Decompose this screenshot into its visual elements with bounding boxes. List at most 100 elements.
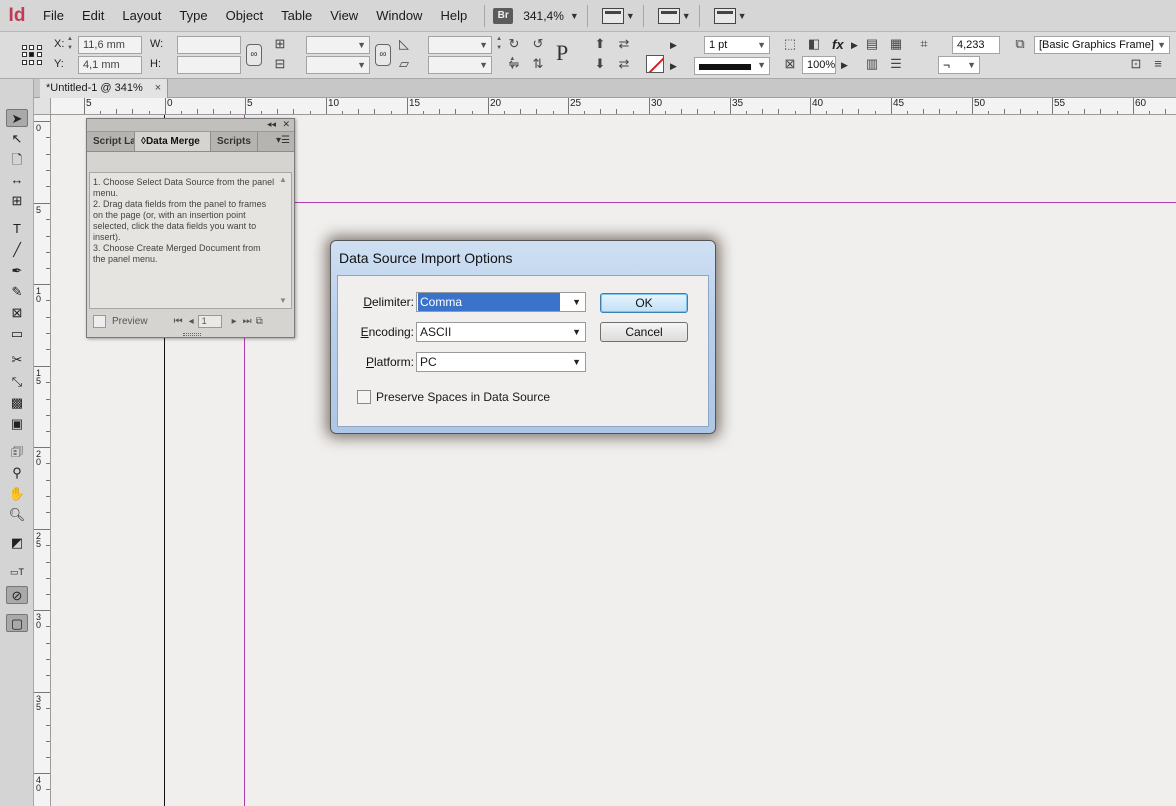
chevron-down-icon[interactable]: ▼	[682, 11, 691, 21]
apply-none-icon[interactable]: ⊘	[6, 586, 28, 604]
content-collector-icon[interactable]: ⊞	[6, 192, 28, 210]
selection-tool-icon[interactable]: ➤	[6, 109, 28, 127]
corner-shape-select[interactable]: ¬ ▼	[938, 56, 980, 74]
rotate-clockwise-icon[interactable]: ↻	[506, 36, 522, 52]
view-options-icon[interactable]	[601, 7, 624, 24]
screen-mode-icon[interactable]	[657, 7, 680, 24]
create-merged-document-icon[interactable]: ⧉	[256, 316, 263, 327]
distribute-icon[interactable]: ☰	[888, 56, 904, 72]
h-field[interactable]	[177, 56, 241, 74]
tab-script-label[interactable]: Script La	[87, 132, 135, 151]
free-transform-tool-icon[interactable]: ⤡	[6, 373, 28, 391]
chevron-down-icon[interactable]: ▼	[738, 11, 747, 21]
frame-fitting-icon[interactable]: ⬚	[782, 36, 798, 52]
menu-edit[interactable]: Edit	[73, 0, 113, 32]
stroke-weight-field[interactable]: 1 pt ▼	[704, 36, 770, 54]
align-icon[interactable]: ▥	[864, 56, 880, 72]
preview-checkbox[interactable]	[93, 314, 106, 328]
object-style-select[interactable]: [Basic Graphics Frame] ▼	[1034, 36, 1170, 54]
frame-size-field[interactable]: 4,233 mm	[952, 36, 1000, 67]
panel-menu-icon[interactable]: ▾☰	[276, 135, 290, 146]
menu-table[interactable]: Table	[272, 0, 321, 32]
flip-horizontal-icon[interactable]: ⇋	[506, 56, 522, 72]
zoom-dropdown-icon[interactable]: ▼	[570, 11, 579, 21]
menu-file[interactable]: File	[34, 0, 73, 32]
formatting-affects-icon[interactable]: ▭T	[6, 563, 28, 581]
collapse-panel-icon[interactable]: ◂◂	[267, 119, 276, 130]
zoom-tool-icon[interactable]: 🔍︎	[6, 506, 28, 524]
menu-type[interactable]: Type	[170, 0, 216, 32]
x-field[interactable]: 11,6 mm	[78, 36, 142, 54]
vertical-ruler[interactable]: 0 5 10 15 20 25 30 35 40	[34, 115, 51, 806]
effects-icon[interactable]: fx	[832, 37, 844, 52]
delimiter-select[interactable]: Comma ▼	[416, 292, 586, 312]
menu-help[interactable]: Help	[431, 0, 476, 32]
stroke-type-select[interactable]: ▼	[694, 57, 770, 75]
menu-object[interactable]: Object	[217, 0, 273, 32]
last-record-icon[interactable]: ⏭	[243, 316, 252, 327]
ok-button[interactable]: OK	[600, 293, 688, 313]
tab-scripts[interactable]: Scripts	[211, 132, 258, 151]
fill-dropdown-icon[interactable]: ▶	[670, 40, 677, 51]
select-next-icon[interactable]: ⇄	[616, 56, 632, 72]
select-previous-icon[interactable]: ⇄	[616, 36, 632, 52]
opacity-field[interactable]: 100%	[802, 56, 836, 74]
preserve-spaces-checkbox[interactable]	[357, 390, 371, 404]
scale-y-field[interactable]: ▼	[306, 56, 370, 74]
encoding-select[interactable]: ASCII ▼	[416, 322, 586, 342]
screen-mode-normal-icon[interactable]: ▢	[6, 614, 28, 632]
line-tool-icon[interactable]: ╱	[6, 241, 28, 259]
menu-view[interactable]: View	[321, 0, 367, 32]
bridge-button[interactable]: Br	[493, 7, 514, 24]
close-icon[interactable]: ×	[155, 79, 161, 98]
rectangle-frame-tool-icon[interactable]: ⊠	[6, 304, 28, 322]
flip-vertical-icon[interactable]: ⇅	[530, 56, 546, 72]
shear-field[interactable]: ▼	[428, 56, 492, 74]
scissors-tool-icon[interactable]: ✂	[6, 351, 28, 369]
opacity-dropdown-icon[interactable]: ▶	[841, 60, 848, 71]
platform-select[interactable]: PC ▼	[416, 352, 586, 372]
reference-point-icon[interactable]	[22, 45, 42, 65]
pen-tool-icon[interactable]: ✒	[6, 262, 28, 280]
y-field[interactable]: 4,1 mm	[78, 56, 142, 74]
zoom-level[interactable]: 341,4%	[523, 9, 564, 23]
direct-selection-tool-icon[interactable]: ↖	[6, 130, 28, 148]
type-tool-icon[interactable]: T	[6, 220, 28, 238]
panel-scrollbar[interactable]: ▲ ▼	[279, 175, 289, 305]
constrain-scale-icon[interactable]: ∞	[375, 44, 391, 66]
horizontal-ruler[interactable]: 5 0 5 10 15 20 25 30 35 40 45 50 55 60	[51, 98, 1176, 115]
text-wrap-none-icon[interactable]: ▤	[864, 36, 880, 52]
rotate-counterclockwise-icon[interactable]: ↺	[530, 36, 546, 52]
rectangle-tool-icon[interactable]: ▭	[6, 325, 28, 343]
stroke-dropdown-icon[interactable]: ▶	[670, 61, 677, 72]
text-wrap-bounding-icon[interactable]: ▦	[888, 36, 904, 52]
fill-stroke-icon[interactable]: ◩	[6, 534, 28, 552]
gap-tool-icon[interactable]: ↔	[6, 171, 28, 189]
document-tab[interactable]: *Untitled-1 @ 341% ×	[40, 79, 169, 98]
constrain-proportions-icon[interactable]: ∞	[246, 44, 262, 66]
page-tool-icon[interactable]: 🗋	[6, 151, 28, 169]
eyedropper-tool-icon[interactable]: ⚲	[6, 464, 28, 482]
pencil-tool-icon[interactable]: ✎	[6, 283, 28, 301]
record-number-field[interactable]: 1	[197, 314, 222, 328]
rotation-stepper[interactable]	[496, 36, 506, 53]
previous-record-icon[interactable]: ◂	[189, 316, 194, 327]
w-field[interactable]	[177, 36, 241, 54]
menu-layout[interactable]: Layout	[113, 0, 170, 32]
x-stepper[interactable]	[67, 36, 77, 53]
gradient-swatch-tool-icon[interactable]: ▩	[6, 394, 28, 412]
gradient-feather-tool-icon[interactable]: ▣	[6, 415, 28, 433]
effects-dropdown-icon[interactable]: ▶	[851, 40, 858, 51]
panel-options-icon[interactable]: ≡	[1150, 56, 1166, 72]
tab-data-merge[interactable]: ◊Data Merge	[135, 132, 211, 151]
chevron-down-icon[interactable]: ▼	[626, 11, 635, 21]
select-content-icon[interactable]: ⬇	[592, 56, 608, 72]
scale-x-field[interactable]: ▼	[306, 36, 370, 54]
panel-resize-grip[interactable]	[183, 333, 201, 336]
next-record-icon[interactable]: ▸	[232, 316, 237, 327]
select-container-icon[interactable]: ⬆	[592, 36, 608, 52]
note-tool-icon[interactable]: 🗊	[6, 443, 28, 461]
first-record-icon[interactable]: ⏮	[174, 316, 183, 327]
clear-overrides-icon[interactable]: ⊡	[1128, 56, 1144, 72]
hand-tool-icon[interactable]: ✋	[6, 485, 28, 503]
